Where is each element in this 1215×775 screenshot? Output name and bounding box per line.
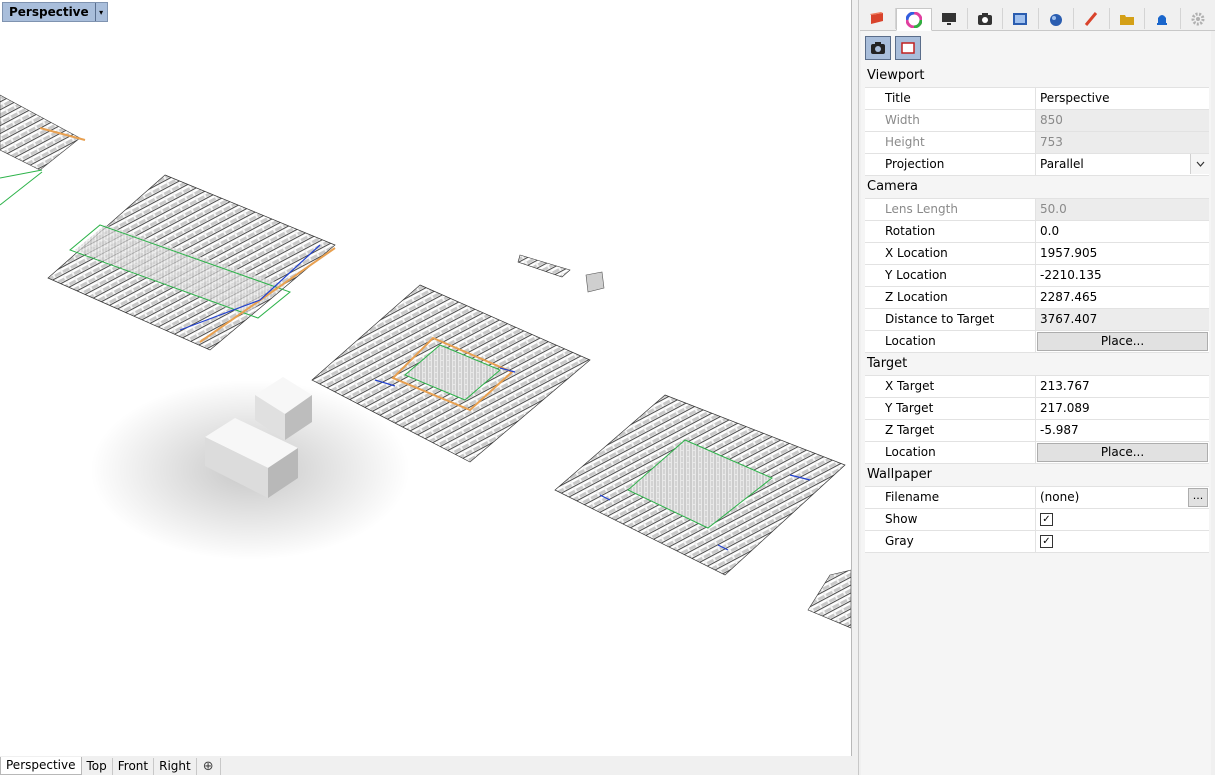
- bell-icon[interactable]: [1145, 8, 1181, 29]
- perspective-viewport[interactable]: Perspective ▾: [0, 0, 852, 757]
- prop-gray: Gray ✓: [865, 531, 1209, 553]
- prop-label: Y Location: [865, 265, 1035, 286]
- projection-value: Parallel: [1040, 157, 1084, 171]
- show-cell: ✓: [1035, 509, 1209, 530]
- prop-label: Projection: [865, 154, 1035, 175]
- viewport-title-tab[interactable]: Perspective ▾: [2, 2, 108, 22]
- frame-view-button[interactable]: [895, 36, 921, 60]
- 3d-scene: [0, 94, 851, 629]
- prop-label: Filename: [865, 487, 1035, 508]
- prop-show: Show ✓: [865, 509, 1209, 531]
- height-field: 753: [1035, 132, 1209, 153]
- prop-label: Z Location: [865, 287, 1035, 308]
- title-field[interactable]: Perspective: [1035, 88, 1209, 109]
- x-target-field[interactable]: 213.767: [1035, 376, 1209, 397]
- property-grid: Viewport Title Perspective Width 850 Hei…: [865, 65, 1209, 553]
- viewport-title-label[interactable]: Perspective: [3, 3, 95, 21]
- prop-y-location: Y Location -2210.135: [865, 265, 1209, 287]
- browse-button[interactable]: ...: [1188, 488, 1208, 507]
- named-views-icon[interactable]: [1003, 8, 1039, 29]
- material-sphere-icon[interactable]: [1039, 8, 1074, 29]
- distance-to-target-field[interactable]: 3767.407: [1035, 309, 1209, 330]
- panel-tab-strip: [860, 8, 1215, 31]
- prop-projection: Projection Parallel: [865, 154, 1209, 176]
- projection-select[interactable]: Parallel: [1035, 154, 1209, 175]
- viewport-tabs: Perspective Top Front Right ⊕: [0, 756, 852, 775]
- prop-camera-location: Location Place...: [865, 331, 1209, 353]
- prop-label: Show: [865, 509, 1035, 530]
- prop-label: Height: [865, 132, 1035, 153]
- prop-x-location: X Location 1957.905: [865, 243, 1209, 265]
- prop-label: Y Target: [865, 398, 1035, 419]
- gray-cell: ✓: [1035, 531, 1209, 552]
- section-camera: Camera: [865, 176, 1209, 199]
- lens-length-field: 50.0: [1035, 199, 1209, 220]
- display-icon[interactable]: [932, 8, 968, 29]
- urban-block-partial-bottom: [807, 569, 851, 629]
- prop-label: X Location: [865, 243, 1035, 264]
- prop-height: Height 753: [865, 132, 1209, 154]
- urban-block-1: [47, 174, 336, 351]
- prop-distance-to-target: Distance to Target 3767.407: [865, 309, 1209, 331]
- folder-icon[interactable]: [1110, 8, 1145, 29]
- urban-block-partial: [0, 94, 86, 206]
- tab-front[interactable]: Front: [113, 758, 155, 775]
- y-location-field[interactable]: -2210.135: [1035, 265, 1209, 286]
- prop-label: Gray: [865, 531, 1035, 552]
- urban-block-3: [554, 394, 846, 576]
- prop-title: Title Perspective: [865, 88, 1209, 110]
- prop-z-location: Z Location 2287.465: [865, 287, 1209, 309]
- tab-perspective[interactable]: Perspective: [0, 757, 82, 775]
- y-target-field[interactable]: 217.089: [1035, 398, 1209, 419]
- prop-lens-length: Lens Length 50.0: [865, 199, 1209, 221]
- show-checkbox[interactable]: ✓: [1040, 513, 1053, 526]
- gear-icon[interactable]: [1181, 8, 1215, 29]
- z-target-field[interactable]: -5.987: [1035, 420, 1209, 441]
- prop-filename: Filename (none) ...: [865, 487, 1209, 509]
- prop-label: Rotation: [865, 221, 1035, 242]
- place-target-button[interactable]: Place...: [1037, 443, 1208, 462]
- viewport-menu-dropdown[interactable]: ▾: [94, 3, 107, 21]
- target-location-cell: Place...: [1035, 442, 1209, 463]
- small-buildings: [517, 254, 605, 293]
- panel-body: Viewport Title Perspective Width 850 Hei…: [861, 31, 1211, 775]
- gray-checkbox[interactable]: ✓: [1040, 535, 1053, 548]
- prop-width: Width 850: [865, 110, 1209, 132]
- prop-x-target: X Target 213.767: [865, 376, 1209, 398]
- prop-label: Title: [865, 88, 1035, 109]
- tab-top[interactable]: Top: [82, 758, 113, 775]
- section-wallpaper: Wallpaper: [865, 464, 1209, 487]
- width-field: 850: [1035, 110, 1209, 131]
- tab-right[interactable]: Right: [154, 758, 197, 775]
- place-camera-button[interactable]: Place...: [1037, 332, 1208, 351]
- prop-label: Width: [865, 110, 1035, 131]
- chevron-down-icon[interactable]: [1190, 154, 1209, 174]
- z-location-field[interactable]: 2287.465: [1035, 287, 1209, 308]
- x-location-field[interactable]: 1957.905: [1035, 243, 1209, 264]
- camera-view-button[interactable]: [865, 36, 891, 60]
- prop-label: Location: [865, 331, 1035, 352]
- prop-target-location: Location Place...: [865, 442, 1209, 464]
- section-viewport: Viewport: [865, 65, 1209, 88]
- section-target: Target: [865, 353, 1209, 376]
- rotation-field[interactable]: 0.0: [1035, 221, 1209, 242]
- camera-location-cell: Place...: [1035, 331, 1209, 352]
- prop-y-target: Y Target 217.089: [865, 398, 1209, 420]
- prop-label: Z Target: [865, 420, 1035, 441]
- camera-icon[interactable]: [968, 8, 1003, 29]
- layers-icon[interactable]: [860, 8, 896, 29]
- view-sub-buttons: [865, 36, 921, 60]
- prop-label: Distance to Target: [865, 309, 1035, 330]
- add-viewport-tab-icon[interactable]: ⊕: [197, 758, 221, 775]
- prop-label: Lens Length: [865, 199, 1035, 220]
- prop-label: Location: [865, 442, 1035, 463]
- filename-field[interactable]: (none) ...: [1035, 487, 1209, 508]
- color-wheel-icon[interactable]: [895, 8, 932, 31]
- brush-icon[interactable]: [1074, 8, 1110, 29]
- prop-rotation: Rotation 0.0: [865, 221, 1209, 243]
- filename-value: (none): [1040, 490, 1080, 504]
- prop-z-target: Z Target -5.987: [865, 420, 1209, 442]
- properties-panel: Viewport Title Perspective Width 850 Hei…: [858, 0, 1215, 775]
- prop-label: X Target: [865, 376, 1035, 397]
